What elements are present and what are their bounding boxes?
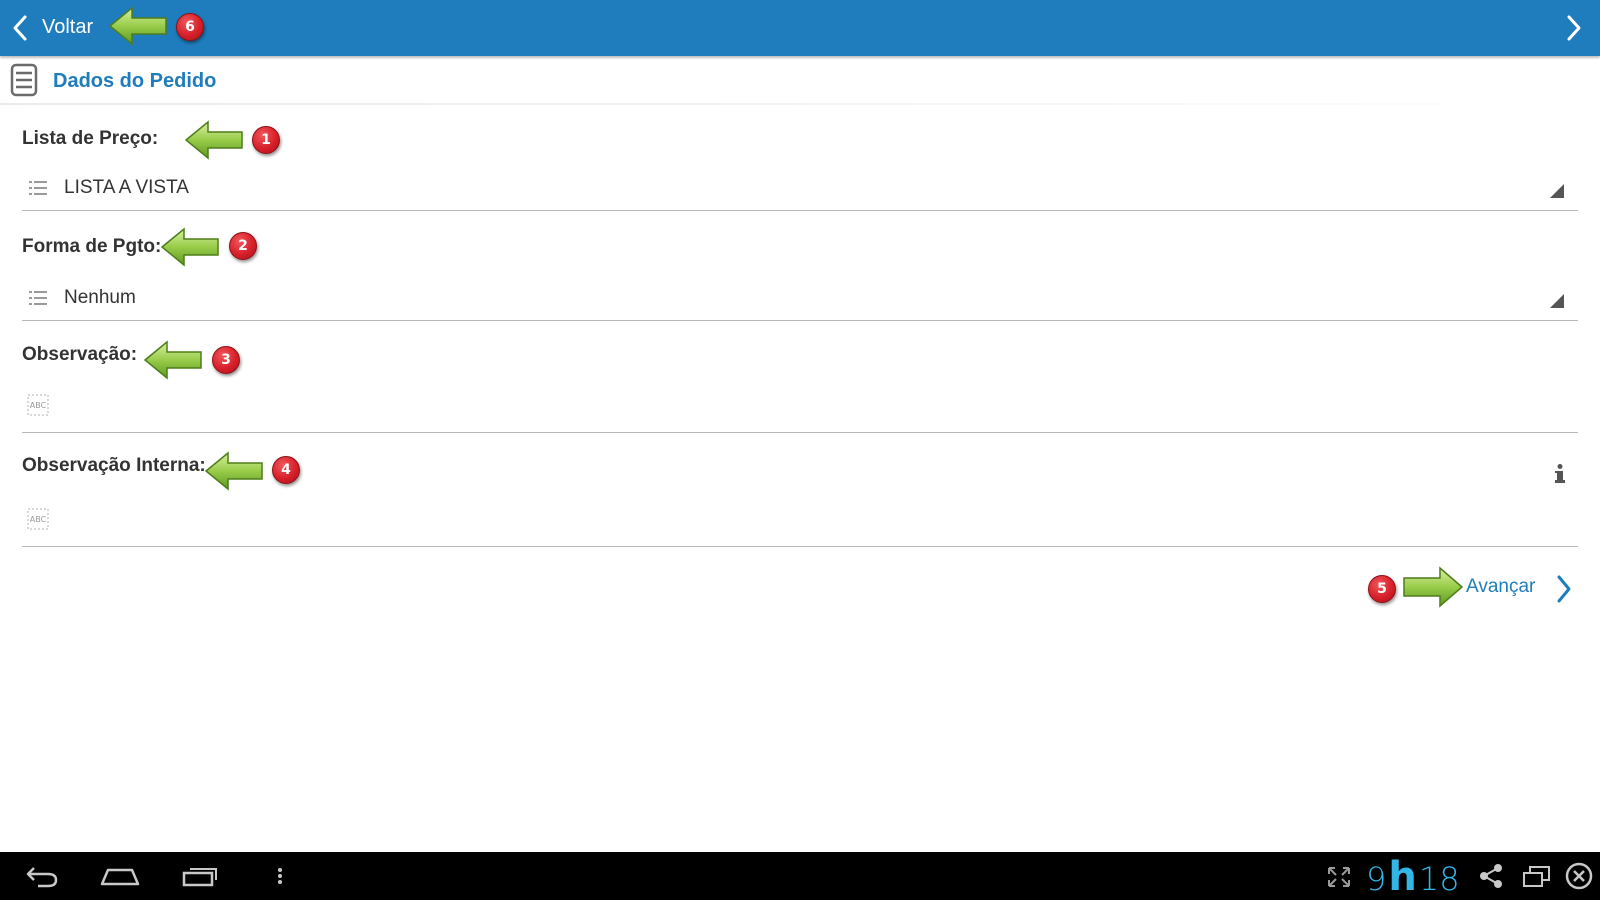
list-icon xyxy=(29,181,47,195)
internal-note-field[interactable]: ABC xyxy=(22,498,1578,542)
nav-recents-button[interactable] xyxy=(180,852,224,900)
note-input[interactable] xyxy=(58,390,1562,422)
forward-button[interactable] xyxy=(1550,0,1600,56)
clock-separator: h xyxy=(1388,854,1417,900)
dropdown-arrow-icon xyxy=(1550,184,1564,198)
note-label: Observação: xyxy=(22,344,138,365)
text-abc-icon: ABC xyxy=(27,394,49,416)
field-divider xyxy=(22,546,1578,547)
fullscreen-button[interactable] xyxy=(1324,852,1354,900)
internal-note-input[interactable] xyxy=(58,504,1562,536)
price-list-label: Lista de Preço: xyxy=(22,128,159,149)
annotation-arrow-left-icon xyxy=(184,120,243,160)
annotation-arrow-left-icon xyxy=(160,227,219,267)
home-icon xyxy=(100,868,140,886)
status-clock: 9 h 18 xyxy=(1366,854,1460,900)
back-label: Voltar xyxy=(42,16,94,38)
field-divider xyxy=(22,210,1578,211)
annotation-badge-1: 1 xyxy=(252,126,280,154)
annotation-badge-3: 3 xyxy=(212,346,240,374)
nav-home-button[interactable] xyxy=(98,852,142,900)
chevron-right-icon xyxy=(1557,575,1571,603)
clock-hours: 9 xyxy=(1366,860,1387,898)
info-icon[interactable] xyxy=(1552,463,1568,485)
clock-minutes: 18 xyxy=(1418,860,1460,898)
document-list-icon xyxy=(10,63,38,97)
nav-menu-button[interactable] xyxy=(270,852,290,900)
note-field[interactable]: ABC xyxy=(22,384,1578,428)
annotation-arrow-left-icon xyxy=(204,451,263,491)
back-arrow-icon xyxy=(26,867,58,888)
window-icon xyxy=(1523,866,1550,887)
internal-note-label: Observação Interna: xyxy=(22,455,206,476)
section-divider xyxy=(0,103,1600,105)
price-list-value: LISTA A VISTA xyxy=(64,177,189,198)
dropdown-arrow-icon xyxy=(1550,294,1564,308)
list-icon xyxy=(29,291,47,305)
payment-select[interactable]: Nenhum xyxy=(22,276,1578,320)
close-app-button[interactable] xyxy=(1564,852,1594,900)
annotation-badge-2: 2 xyxy=(229,232,257,260)
svg-text:ABC: ABC xyxy=(30,401,47,410)
svg-text:ABC: ABC xyxy=(30,515,47,524)
advance-button[interactable]: Avançar xyxy=(1466,568,1586,608)
advance-label: Avançar xyxy=(1466,576,1536,597)
annotation-arrow-left-icon xyxy=(108,6,167,46)
recent-apps-icon xyxy=(182,868,217,887)
annotation-arrow-left-icon xyxy=(143,340,202,380)
annotation-badge-6: 6 xyxy=(176,13,204,41)
share-button[interactable] xyxy=(1476,852,1506,900)
annotation-badge-5: 5 xyxy=(1368,575,1396,603)
section-title: Dados do Pedido xyxy=(53,70,217,92)
payment-value: Nenhum xyxy=(64,287,136,308)
fullscreen-icon xyxy=(1328,867,1350,887)
field-divider xyxy=(22,432,1578,433)
share-icon xyxy=(1480,864,1502,888)
chevron-right-icon xyxy=(1567,15,1581,41)
field-divider xyxy=(22,320,1578,321)
action-bar: Voltar xyxy=(0,0,1600,56)
payment-label: Forma de Pgto: xyxy=(22,236,162,257)
back-button[interactable]: Voltar xyxy=(0,0,110,56)
annotation-badge-4: 4 xyxy=(272,456,300,484)
text-abc-icon: ABC xyxy=(27,508,49,530)
system-navigation-bar: 9 h 18 xyxy=(0,852,1600,900)
chevron-left-icon xyxy=(13,15,27,41)
window-mode-button[interactable] xyxy=(1520,852,1554,900)
overflow-menu-icon xyxy=(278,868,282,884)
close-circle-icon xyxy=(1565,862,1593,890)
section-header: Dados do Pedido xyxy=(0,56,1600,104)
nav-back-button[interactable] xyxy=(16,852,66,900)
price-list-select[interactable]: LISTA A VISTA xyxy=(22,166,1578,210)
annotation-arrow-right-icon xyxy=(1403,566,1464,608)
